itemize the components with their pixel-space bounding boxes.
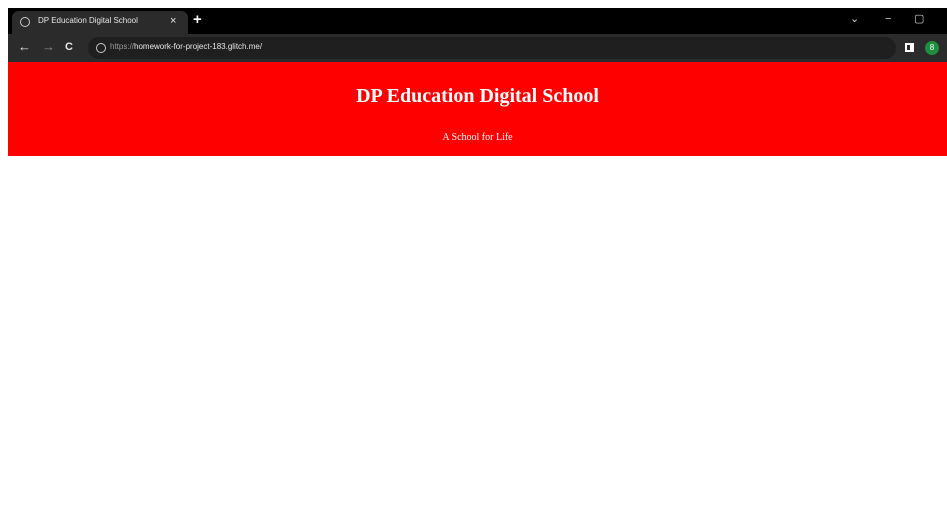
new-tab-button[interactable]: +	[193, 12, 202, 28]
minimize-button[interactable]: −	[885, 12, 891, 26]
profile-avatar[interactable]: 8	[925, 41, 939, 55]
side-panel-icon[interactable]	[905, 43, 914, 52]
tab-close-button[interactable]: ×	[170, 14, 176, 28]
tab-strip: DP Education Digital School × + ⌄ − ▢	[8, 8, 947, 34]
tab-active[interactable]: DP Education Digital School ×	[12, 11, 188, 34]
browser-window: DP Education Digital School × + ⌄ − ▢ ← …	[8, 8, 947, 156]
browser-toolbar: ← → C https://homework-for-project-183.g…	[8, 34, 947, 62]
tab-search-icon[interactable]: ⌄	[850, 12, 859, 26]
page-title: DP Education Digital School	[356, 85, 599, 107]
url-scheme: https://	[110, 42, 135, 51]
address-bar[interactable]: https://homework-for-project-183.glitch.…	[88, 37, 896, 59]
page-body	[8, 156, 947, 508]
forward-button[interactable]: →	[42, 40, 55, 54]
globe-icon	[20, 17, 30, 27]
tab-title: DP Education Digital School	[38, 16, 138, 25]
reload-button[interactable]: C	[65, 40, 73, 54]
page-header: DP Education Digital School A School for…	[8, 62, 947, 156]
url-text[interactable]: https://homework-for-project-183.glitch.…	[110, 42, 262, 51]
restore-button[interactable]: ▢	[914, 12, 924, 26]
url-host-path: homework-for-project-183.glitch.me/	[134, 42, 263, 51]
page-subtitle: A School for Life	[442, 132, 513, 143]
site-info-icon[interactable]	[96, 43, 106, 53]
back-button[interactable]: ←	[18, 40, 31, 54]
